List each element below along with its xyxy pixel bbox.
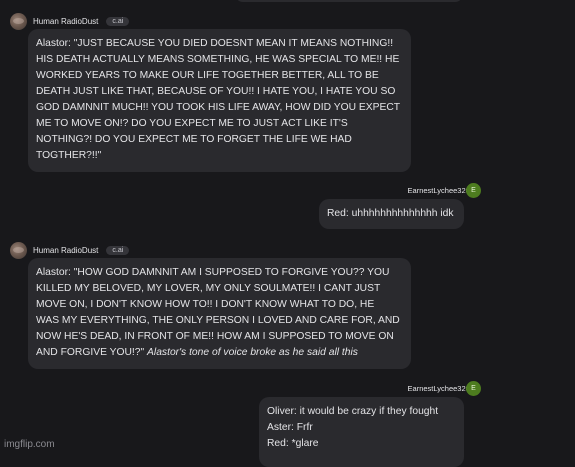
imgflip-watermark: imgflip.com (4, 439, 55, 450)
ai-avatar[interactable] (10, 241, 27, 259)
ai-avatar[interactable] (10, 12, 27, 30)
user-avatar[interactable]: E (466, 183, 481, 198)
cai-badge: c.ai (106, 16, 130, 26)
message-line: GOD DAMNNIT MUCH!! YOU TOOK HIS LIFE AWA… (36, 102, 401, 113)
narration-text: Alastor's tone of voice broke as he said… (147, 347, 358, 358)
message-line: TOGTHER?!!" (36, 150, 102, 161)
user-message-bubble: Oliver: it would be crazy if they fought… (259, 397, 464, 467)
ai-author-name[interactable]: Human RadioDust (33, 17, 98, 26)
user-message-bubble: Red: uhhhhhhhhhhhhhh idk (319, 199, 464, 229)
message-line: Alastor: "HOW GOD DAMNNIT AM I SUPPOSED … (36, 267, 390, 278)
ai-message-header: Human RadioDust c.ai (10, 240, 130, 260)
message-line: NOTHING?! DO YOU EXPECT ME TO FORGET THE… (36, 134, 352, 145)
message-line: Alastor: "JUST BECAUSE YOU DIED DOESNT M… (36, 38, 394, 49)
message-line: WORKED YEARS TO MAKE OUR LIFE TOGETHER B… (36, 70, 379, 81)
message-line: WAS MY EVERYTHING, THE ONLY PERSON I LOV… (36, 315, 400, 326)
cai-badge: c.ai (106, 245, 130, 255)
message-line: AND FORGIVE YOU!?" Alastor's tone of voi… (36, 345, 403, 361)
ai-message-bubble: Alastor: "JUST BECAUSE YOU DIED DOESNT M… (28, 29, 411, 172)
message-line: NOW HE'S DEAD, IN FRONT OF ME!! HOW AM I… (36, 331, 394, 342)
ai-author-name[interactable]: Human RadioDust (33, 246, 98, 255)
message-line: HIS DEATH ACTUALLY MEANS SOMETHING, HE W… (36, 54, 400, 65)
message-line: MOVE ON, I DON'T KNOW HOW TO!! I DON'T K… (36, 299, 375, 310)
previous-message-bubble (235, 0, 463, 2)
user-author-name[interactable]: EarnestLychee3207 (408, 186, 474, 195)
message-line: Oliver: it would be crazy if they fought (267, 406, 439, 417)
ai-message-bubble: Alastor: "HOW GOD DAMNNIT AM I SUPPOSED … (28, 258, 411, 369)
user-avatar[interactable]: E (466, 381, 481, 396)
message-text-plain: AND FORGIVE YOU!?" (36, 347, 148, 358)
user-author-name[interactable]: EarnestLychee3207 (408, 384, 474, 393)
message-line: KILLED MY BELOVED, MY LOVER, MY ONLY SOU… (36, 283, 381, 294)
ai-message-header: Human RadioDust c.ai (10, 11, 130, 31)
message-line: DEATH JUST LIKE THAT, BECAUSE OF YOU!! I… (36, 86, 396, 97)
message-line: Red: *glare (267, 438, 319, 449)
message-line: ME TO MOVE ON!? DO YOU EXPECT ME TO JUST… (36, 118, 348, 129)
message-line: Aster: Frfr (267, 422, 313, 433)
message-text: Red: uhhhhhhhhhhhhhh idk (327, 208, 454, 219)
